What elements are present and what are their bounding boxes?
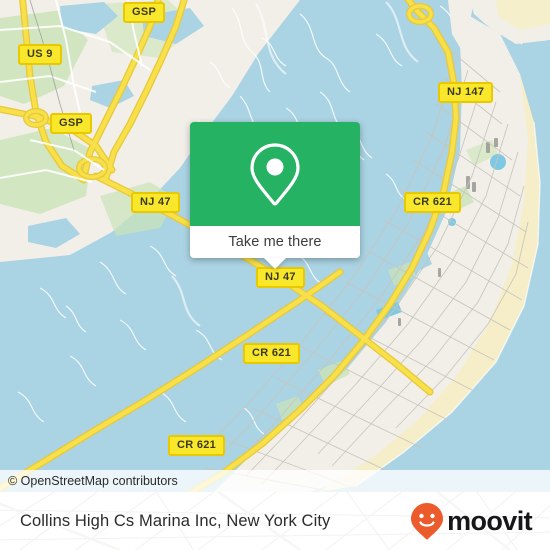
shield-gsp-top: GSP (123, 2, 166, 23)
moovit-wordmark: moovit (447, 505, 533, 536)
place-title: Collins High Cs Marina Inc, New York Cit… (20, 511, 331, 530)
popup-pointer (264, 258, 286, 269)
osm-attribution[interactable]: © OpenStreetMap contributors (0, 470, 550, 492)
map-canvas[interactable]: GSP US 9 GSP NJ 147 NJ 47 CR 621 NJ 47 C… (0, 0, 550, 492)
popup-marker-area (190, 122, 360, 226)
footer-content: Collins High Cs Marina Inc, New York Cit… (0, 492, 550, 550)
shield-cr-621-north: CR 621 (404, 192, 462, 213)
location-popup-card[interactable]: Take me there (190, 122, 360, 269)
shield-nj-147: NJ 147 (438, 82, 494, 103)
moovit-map-screenshot: GSP US 9 GSP NJ 147 NJ 47 CR 621 NJ 47 C… (0, 0, 550, 550)
shield-nj-47-west: NJ 47 (131, 192, 180, 213)
take-me-there-button[interactable]: Take me there (190, 226, 360, 258)
map-pin-icon (250, 143, 300, 206)
footer-bar: Collins High Cs Marina Inc, New York Cit… (0, 492, 550, 550)
shield-nj-47-center: NJ 47 (256, 267, 305, 288)
shield-cr-621-mid: CR 621 (243, 343, 301, 364)
take-me-there-label: Take me there (228, 234, 322, 250)
shield-cr-621-south: CR 621 (168, 435, 226, 456)
moovit-brand[interactable]: moovit (410, 502, 533, 540)
moovit-smiley-pin-icon (411, 503, 444, 540)
shield-us-9: US 9 (18, 44, 62, 65)
shield-gsp-interchange: GSP (50, 113, 93, 134)
